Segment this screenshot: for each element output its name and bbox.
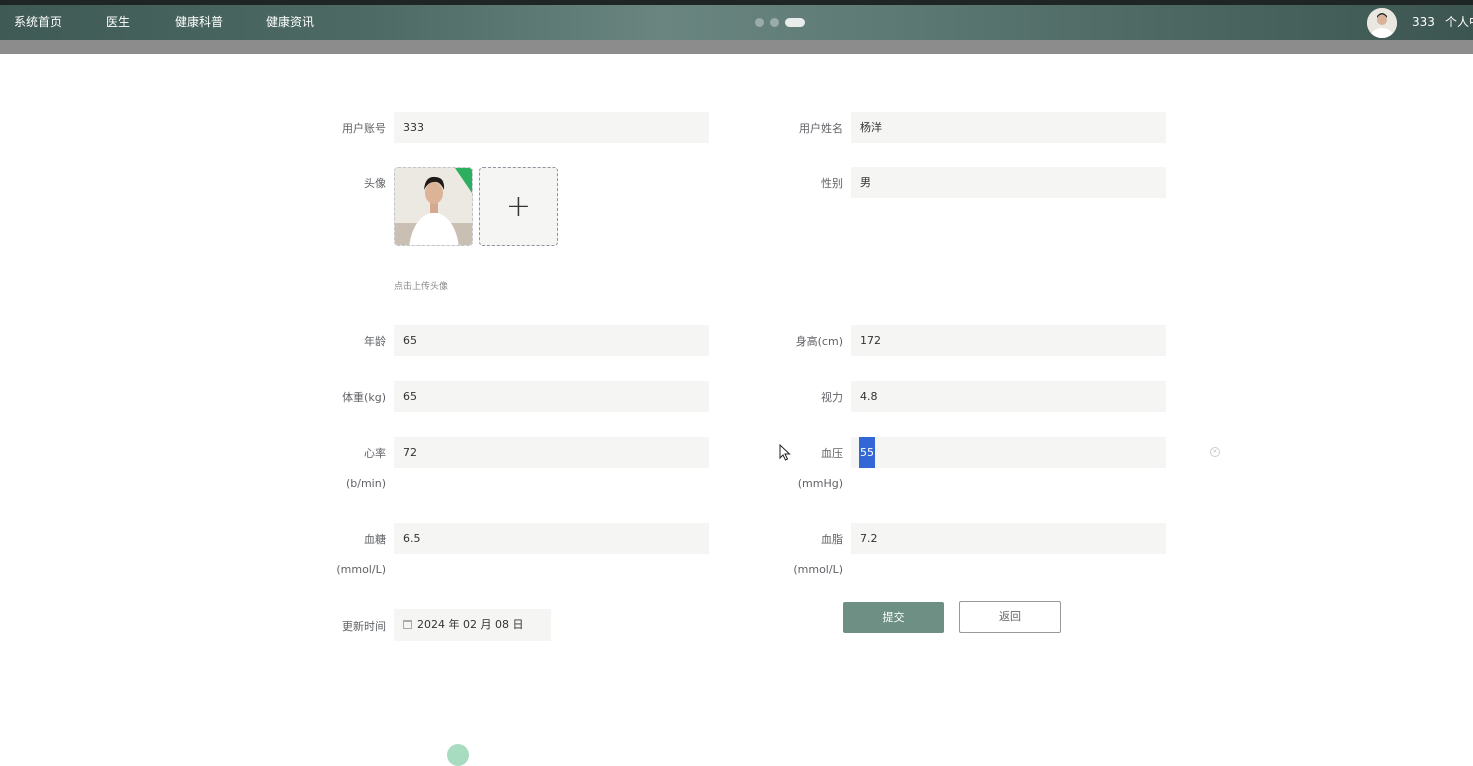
nav-personal-center[interactable]: 个人中心 (1445, 0, 1473, 45)
nav-shadow-band (0, 40, 1473, 54)
account-input[interactable]: 333 (394, 112, 709, 143)
heart-rate-unit: (b/min) (345, 477, 386, 490)
vision-label: 视力 (821, 391, 843, 404)
top-nav: 系统首页 医生 健康科普 健康资讯 (0, 5, 1473, 40)
blood-sugar-label: 血糖 (364, 533, 386, 546)
selected-text: 55 (859, 437, 875, 468)
blood-lipid-label: 血脂 (821, 533, 843, 546)
blood-sugar-unit: (mmol/L) (336, 563, 386, 576)
cursor-icon (779, 444, 791, 461)
name-input[interactable]: 杨洋 (851, 112, 1166, 143)
name-label: 用户姓名 (799, 122, 843, 135)
clear-icon[interactable]: × (1210, 447, 1220, 457)
blood-pressure-input[interactable]: 55 (851, 437, 1166, 468)
gender-label: 性别 (821, 177, 843, 190)
gender-select[interactable]: 男 (851, 167, 1166, 198)
avatar-upload-button[interactable]: + (479, 167, 558, 246)
nav-item-home[interactable]: 系统首页 (14, 5, 62, 40)
avatar-preview[interactable] (394, 167, 473, 246)
carousel-dot[interactable] (770, 18, 779, 27)
blood-lipid-unit: (mmol/L) (793, 563, 843, 576)
blood-pressure-unit: (mmHg) (797, 477, 843, 490)
weight-input[interactable]: 65 (394, 381, 709, 412)
update-time-label: 更新时间 (342, 620, 386, 633)
calendar-icon (403, 620, 412, 629)
age-label: 年龄 (364, 335, 386, 348)
avatar-upload-hint: 点击上传头像 (394, 282, 449, 292)
carousel-dot[interactable] (755, 18, 764, 27)
avatar-label: 头像 (364, 177, 386, 190)
plus-icon: + (505, 189, 532, 224)
nav-username[interactable]: 333 (1412, 0, 1435, 45)
nav-item-health-news[interactable]: 健康资讯 (266, 5, 314, 40)
height-input[interactable]: 172 (851, 325, 1166, 356)
update-time-value: 2024 年 02 月 08 日 (417, 618, 524, 631)
blood-sugar-input[interactable]: 6.5 (394, 523, 709, 554)
nav-item-doctor[interactable]: 医生 (106, 5, 130, 40)
account-label: 用户账号 (342, 122, 386, 135)
vision-input[interactable]: 4.8 (851, 381, 1166, 412)
height-label: 身高(cm) (795, 335, 843, 348)
blood-lipid-input[interactable]: 7.2 (851, 523, 1166, 554)
weight-label: 体重(kg) (342, 391, 386, 404)
heart-rate-input[interactable]: 72 (394, 437, 709, 468)
back-button[interactable]: 返回 (959, 601, 1061, 633)
user-avatar[interactable] (1367, 8, 1397, 38)
carousel-dot-active[interactable] (785, 18, 805, 27)
age-input[interactable]: 65 (394, 325, 709, 356)
submit-button[interactable]: 提交 (843, 602, 944, 633)
floating-action-button[interactable] (447, 744, 469, 766)
nav-item-health-science[interactable]: 健康科普 (175, 5, 223, 40)
heart-rate-label: 心率 (364, 447, 386, 460)
